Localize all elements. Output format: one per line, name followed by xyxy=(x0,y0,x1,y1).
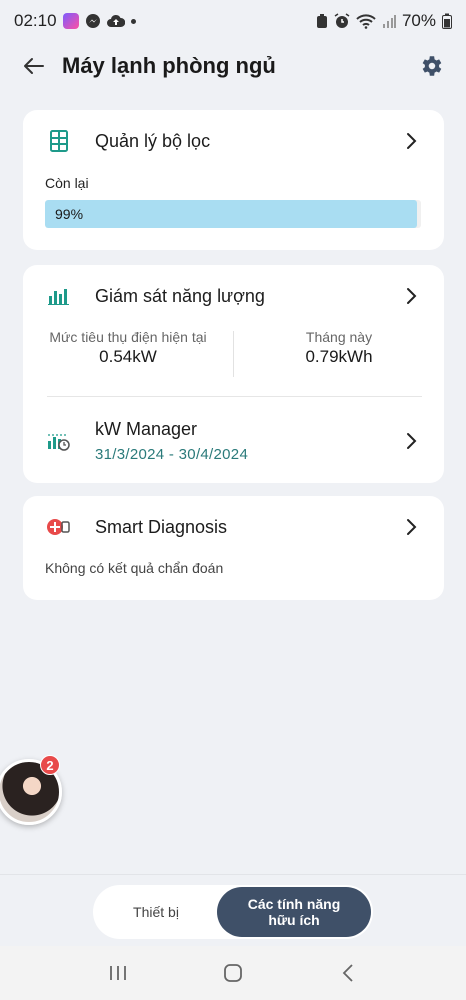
kw-manager-text: kW Manager 31/3/2024 - 30/4/2024 xyxy=(95,419,402,463)
tab-useful-features-line2: hữu ích xyxy=(268,912,320,928)
back-nav-button[interactable] xyxy=(328,953,368,993)
kw-manager-row[interactable]: kW Manager 31/3/2024 - 30/4/2024 xyxy=(23,410,444,472)
energy-monitoring-row[interactable]: Giám sát năng lượng xyxy=(23,265,444,327)
filter-progress-fill: 99% xyxy=(45,200,418,228)
floating-chat-avatar[interactable]: 2 xyxy=(0,755,64,827)
diagnosis-result-message: Không có kết quả chẩn đoán xyxy=(45,560,224,576)
battery-saver-icon xyxy=(316,13,328,29)
segmented-control: Thiết bị Các tính năng hữu ích xyxy=(93,885,373,939)
remaining-label: Còn lại xyxy=(45,175,89,191)
back-chevron-icon xyxy=(343,964,353,982)
more-notifications-dot xyxy=(130,18,136,24)
smart-diagnosis-title: Smart Diagnosis xyxy=(95,516,228,537)
tab-useful-features[interactable]: Các tính năng hữu ích xyxy=(217,887,371,937)
home-button[interactable] xyxy=(213,953,253,993)
filter-progress-bar: 99% xyxy=(45,200,421,228)
current-consumption-stat: Mức tiêu thụ điện hiện tại 0.54kW xyxy=(23,329,233,379)
battery-icon xyxy=(442,13,452,29)
tab-useful-features-label: Các tính năng hữu ích xyxy=(248,896,341,928)
kw-manager-title: kW Manager xyxy=(95,419,198,439)
filter-management-card: Quản lý bộ lọc Còn lại 99% xyxy=(23,110,444,250)
monthly-consumption-label: Tháng này xyxy=(305,329,373,345)
kw-manager-dates: 31/3/2024 - 30/4/2024 xyxy=(95,446,249,463)
app-notification-icon xyxy=(62,13,79,29)
app-header: Máy lạnh phòng ngủ xyxy=(0,42,466,90)
monthly-consumption-stat: Tháng này 0.79kWh xyxy=(234,329,444,379)
monthly-consumption-value: 0.79kWh xyxy=(305,347,373,366)
gear-icon xyxy=(422,56,442,76)
filter-management-row[interactable]: Quản lý bộ lọc xyxy=(23,110,444,172)
back-arrow-icon xyxy=(24,58,44,74)
messenger-icon xyxy=(85,13,101,29)
grid-filter-icon xyxy=(45,127,73,155)
back-button[interactable] xyxy=(20,52,48,80)
wifi-icon xyxy=(356,13,376,29)
smart-diagnosis-card: Smart Diagnosis Không có kết quả chẩn đo… xyxy=(23,496,444,600)
notification-badge: 2 xyxy=(40,755,60,775)
divider xyxy=(47,396,422,397)
smart-diagnosis-row[interactable]: Smart Diagnosis xyxy=(23,496,444,558)
energy-monitoring-card: Giám sát năng lượng Mức tiêu thụ điện hi… xyxy=(23,265,444,483)
tab-useful-features-line1: Các tính năng xyxy=(247,896,341,912)
bar-chart-icon xyxy=(45,282,73,310)
page-title: Máy lạnh phòng ngủ xyxy=(62,53,276,78)
status-time: 02:10 xyxy=(14,11,57,30)
recents-button[interactable] xyxy=(98,953,138,993)
chevron-right-icon xyxy=(402,132,420,150)
recents-icon xyxy=(109,966,126,980)
alarm-icon xyxy=(334,13,350,29)
energy-stats: Mức tiêu thụ điện hiện tại 0.54kW Tháng … xyxy=(23,329,444,379)
status-bar: 02:10 70% xyxy=(0,0,466,42)
chevron-right-icon xyxy=(402,518,420,536)
energy-monitoring-title: Giám sát năng lượng xyxy=(95,285,265,306)
smart-diagnosis-icon xyxy=(45,513,73,541)
home-icon xyxy=(224,964,242,982)
tab-devices[interactable]: Thiết bị xyxy=(95,887,217,937)
settings-button[interactable] xyxy=(416,51,446,81)
system-nav-bar xyxy=(0,946,466,1000)
signal-icon xyxy=(382,14,396,28)
chevron-right-icon xyxy=(402,432,420,450)
kw-manager-icon xyxy=(45,427,73,455)
current-consumption-label: Mức tiêu thụ điện hiện tại xyxy=(49,329,207,345)
battery-percent: 70% xyxy=(401,11,436,30)
current-consumption-value: 0.54kW xyxy=(99,347,157,366)
filter-management-title: Quản lý bộ lọc xyxy=(95,130,211,151)
cloud-upload-icon xyxy=(106,14,125,28)
bottom-tab-area: Thiết bị Các tính năng hữu ích xyxy=(0,874,466,946)
chevron-right-icon xyxy=(402,287,420,305)
filter-progress-text: 99% xyxy=(55,206,84,222)
